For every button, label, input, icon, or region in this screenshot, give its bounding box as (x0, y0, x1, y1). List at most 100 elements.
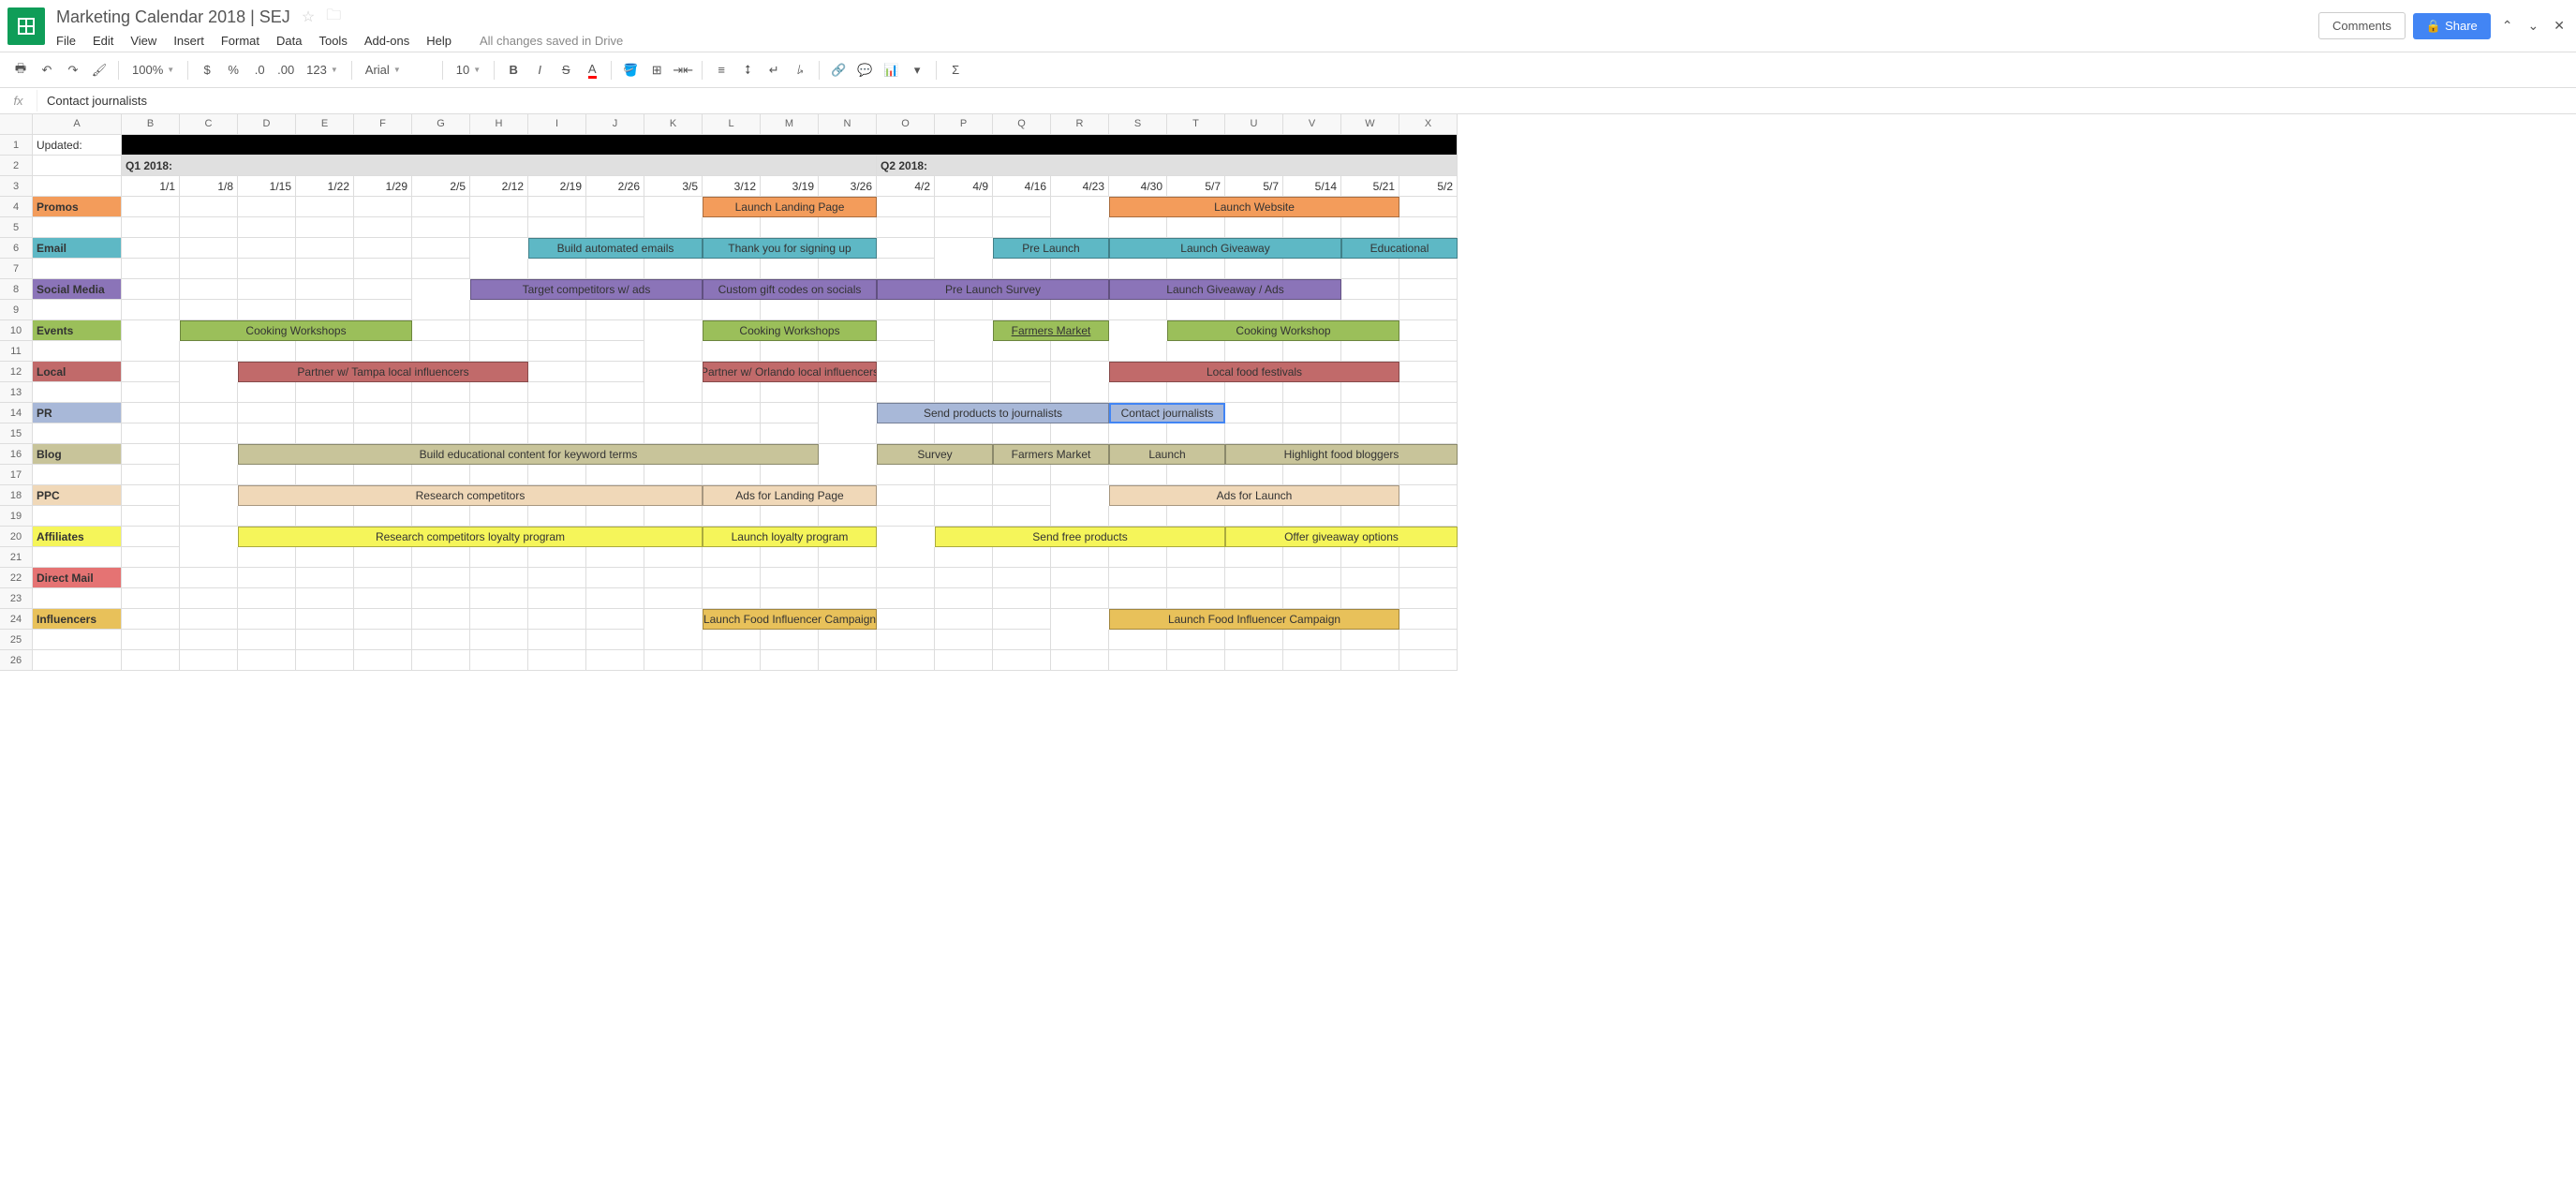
cell[interactable] (1167, 300, 1225, 320)
cell[interactable] (761, 382, 819, 403)
cell[interactable] (819, 382, 877, 403)
cell[interactable] (1109, 259, 1167, 279)
cell[interactable] (354, 609, 412, 630)
menu-add-ons[interactable]: Add-ons (364, 34, 409, 48)
col-header-R[interactable]: R (1051, 114, 1109, 135)
cell[interactable] (180, 403, 238, 423)
cell[interactable] (470, 259, 528, 279)
row-header-17[interactable]: 17 (0, 465, 33, 485)
cell[interactable] (1283, 650, 1341, 671)
cell[interactable] (296, 341, 354, 362)
cell[interactable] (819, 568, 877, 588)
date-cell[interactable]: 4/16 (993, 176, 1051, 197)
cell[interactable] (761, 259, 819, 279)
cell[interactable] (993, 588, 1051, 609)
cell[interactable] (644, 341, 703, 362)
cell[interactable] (1399, 506, 1458, 527)
cell[interactable] (1167, 506, 1225, 527)
cell[interactable] (296, 382, 354, 403)
row-header-2[interactable]: 2 (0, 156, 33, 176)
cell[interactable] (1225, 630, 1283, 650)
cell[interactable] (1225, 300, 1283, 320)
cell[interactable] (935, 547, 993, 568)
cell[interactable] (877, 423, 935, 444)
col-header-I[interactable]: I (528, 114, 586, 135)
date-cell[interactable]: 4/23 (1051, 176, 1109, 197)
date-cell[interactable]: 2/26 (586, 176, 644, 197)
row-header-10[interactable]: 10 (0, 320, 33, 341)
cell[interactable] (877, 259, 935, 279)
cell[interactable] (1341, 547, 1399, 568)
menu-view[interactable]: View (130, 34, 156, 48)
cell[interactable] (1283, 300, 1341, 320)
row-header-25[interactable]: 25 (0, 630, 33, 650)
task-cell[interactable]: Farmers Market (993, 320, 1109, 341)
cell[interactable] (1283, 568, 1341, 588)
cell[interactable] (703, 423, 761, 444)
task-cell[interactable]: Partner w/ Tampa local influencers (238, 362, 528, 382)
cell[interactable] (993, 259, 1051, 279)
cell[interactable] (1399, 423, 1458, 444)
menu-file[interactable]: File (56, 34, 76, 48)
cell[interactable] (1051, 382, 1109, 403)
cell[interactable] (354, 382, 412, 403)
cell[interactable] (644, 506, 703, 527)
quarter-q2[interactable]: Q2 2018: (877, 156, 1458, 176)
cell[interactable] (586, 630, 644, 650)
cell[interactable] (935, 259, 993, 279)
cell[interactable] (1109, 568, 1167, 588)
spreadsheet-grid[interactable]: ABCDEFGHIJKLMNOPQRSTUVWX1Updated:234Prom… (0, 114, 2576, 671)
task-cell[interactable]: Cooking Workshops (703, 320, 877, 341)
cell[interactable] (819, 650, 877, 671)
cell[interactable] (238, 506, 296, 527)
cell-A10[interactable]: Events (33, 320, 122, 341)
cell-A8[interactable]: Social Media (33, 279, 122, 300)
cell[interactable] (1167, 568, 1225, 588)
cell[interactable] (703, 300, 761, 320)
cell[interactable] (703, 259, 761, 279)
col-header-S[interactable]: S (1109, 114, 1167, 135)
cell[interactable] (354, 423, 412, 444)
cell[interactable] (1399, 403, 1458, 423)
cell[interactable] (238, 300, 296, 320)
cell[interactable] (296, 197, 354, 217)
cell[interactable] (528, 650, 586, 671)
task-cell[interactable]: Custom gift codes on socials (703, 279, 877, 300)
date-cell[interactable]: 2/12 (470, 176, 528, 197)
cell[interactable] (528, 300, 586, 320)
cell[interactable] (877, 630, 935, 650)
cell[interactable] (238, 423, 296, 444)
cell-A11[interactable] (33, 341, 122, 362)
date-cell[interactable]: 3/5 (644, 176, 703, 197)
cell[interactable] (644, 300, 703, 320)
cell-A22[interactable]: Direct Mail (33, 568, 122, 588)
row-header-9[interactable]: 9 (0, 300, 33, 320)
cell[interactable] (1399, 217, 1458, 238)
cell[interactable] (180, 259, 238, 279)
cell[interactable] (644, 259, 703, 279)
cell-A24[interactable]: Influencers (33, 609, 122, 630)
cell[interactable] (993, 423, 1051, 444)
cell-A14[interactable]: PR (33, 403, 122, 423)
cell[interactable] (470, 588, 528, 609)
cell[interactable] (1399, 547, 1458, 568)
task-cell[interactable]: Build automated emails (528, 238, 703, 259)
cell[interactable] (1225, 341, 1283, 362)
cell[interactable] (993, 609, 1051, 630)
cell[interactable] (761, 568, 819, 588)
task-cell[interactable]: Launch Food Influencer Campaign (703, 609, 877, 630)
cell[interactable] (819, 588, 877, 609)
task-cell[interactable]: Pre Launch (993, 238, 1109, 259)
cell[interactable] (877, 485, 935, 506)
black-bar[interactable] (122, 135, 1458, 156)
cell[interactable] (296, 547, 354, 568)
cell[interactable] (819, 506, 877, 527)
borders-icon[interactable]: ⊞ (645, 59, 668, 82)
cell[interactable] (1341, 465, 1399, 485)
cell[interactable] (1283, 259, 1341, 279)
cell[interactable] (1341, 423, 1399, 444)
cell-A12[interactable]: Local (33, 362, 122, 382)
cell[interactable] (1399, 362, 1458, 382)
cell[interactable] (354, 197, 412, 217)
cell[interactable] (122, 465, 180, 485)
